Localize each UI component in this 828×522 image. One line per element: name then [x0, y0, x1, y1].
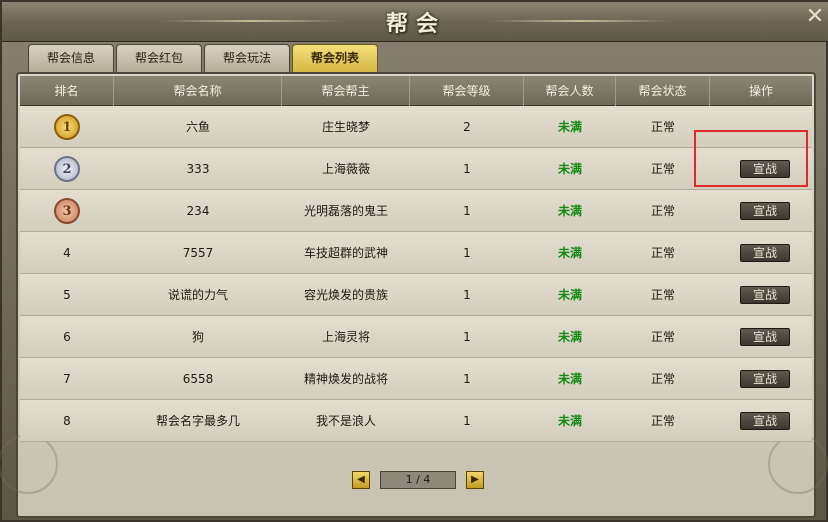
status-cell: 正常	[650, 414, 675, 428]
leader-cell: 容光焕发的贵族	[303, 288, 388, 302]
members-cell: 未满	[557, 120, 582, 134]
members-cell: 未满	[557, 372, 582, 386]
rank-cell: 6	[63, 330, 71, 344]
level-cell: 2	[463, 120, 471, 134]
members-cell: 未满	[557, 414, 582, 428]
leader-cell: 上海薇薇	[321, 162, 370, 176]
level-cell: 1	[463, 204, 471, 218]
rank-cell: 5	[63, 288, 71, 302]
guild-name-cell: 六鱼	[185, 120, 210, 134]
members-cell: 未满	[557, 288, 582, 302]
status-cell: 正常	[650, 372, 675, 386]
level-cell: 1	[463, 162, 471, 176]
declare-war-button[interactable]: 宣战	[740, 370, 790, 388]
leader-cell: 上海灵将	[321, 330, 370, 344]
tab-guild-red-packet[interactable]: 帮会红包	[116, 44, 202, 72]
column-header-rank: 排名	[20, 76, 114, 106]
declare-war-button[interactable]: 宣战	[740, 412, 790, 430]
level-cell: 1	[463, 288, 471, 302]
status-cell: 正常	[650, 288, 675, 302]
rank-medal-icon: 1	[54, 114, 80, 140]
table-row: 5 说谎的力气 容光焕发的贵族 1 未满 正常 宣战	[20, 274, 812, 316]
guild-name-cell: 说谎的力气	[167, 288, 228, 302]
level-cell: 1	[463, 372, 471, 386]
table-row: 6 狗 上海灵将 1 未满 正常 宣战	[20, 316, 812, 358]
table-row: 4 7557 车技超群的武神 1 未满 正常 宣战	[20, 232, 812, 274]
leader-cell: 精神焕发的战将	[303, 372, 388, 386]
guild-name-cell: 333	[186, 162, 210, 176]
guild-name-cell: 6558	[182, 372, 214, 386]
declare-war-button[interactable]: 宣战	[740, 286, 790, 304]
tab-guild-activities[interactable]: 帮会玩法	[204, 44, 290, 72]
members-cell: 未满	[557, 246, 582, 260]
corner-ornament-left	[0, 434, 58, 494]
guild-window: 帮会 ✕ 帮会信息 帮会红包 帮会玩法 帮会列表 排名 帮会名称 帮会帮主 帮会…	[0, 0, 828, 522]
level-cell: 1	[463, 246, 471, 260]
corner-ornament-right	[768, 434, 828, 494]
table-header: 排名 帮会名称 帮会帮主 帮会等级 帮会人数 帮会状态 操作	[20, 76, 812, 106]
rank-cell: 4	[63, 246, 71, 260]
highlight-box	[694, 130, 808, 187]
declare-war-button[interactable]: 宣战	[740, 328, 790, 346]
members-cell: 未满	[557, 162, 582, 176]
guild-name-cell: 7557	[182, 246, 214, 260]
declare-war-button[interactable]: 宣战	[740, 202, 790, 220]
leader-cell: 车技超群的武神	[303, 246, 388, 260]
guild-name-cell: 帮会名字最多几	[155, 414, 240, 428]
rank-cell: 8	[63, 414, 71, 428]
prev-page-button[interactable]: ◀	[352, 471, 370, 489]
column-header-status: 帮会状态	[616, 76, 710, 106]
column-header-level: 帮会等级	[410, 76, 524, 106]
rank-medal-icon: 2	[54, 156, 80, 182]
members-cell: 未满	[557, 204, 582, 218]
members-cell: 未满	[557, 330, 582, 344]
table-row: 7 6558 精神焕发的战将 1 未满 正常 宣战	[20, 358, 812, 400]
status-cell: 正常	[650, 204, 675, 218]
guild-name-cell: 234	[186, 204, 210, 218]
declare-war-button[interactable]: 宣战	[740, 244, 790, 262]
rank-medal-icon: 3	[54, 198, 80, 224]
leader-cell: 光明磊落的鬼王	[303, 204, 388, 218]
column-header-leader: 帮会帮主	[282, 76, 410, 106]
status-cell: 正常	[650, 246, 675, 260]
close-icon[interactable]: ✕	[804, 6, 826, 28]
tab-guild-list[interactable]: 帮会列表	[292, 44, 378, 72]
rank-cell: 7	[63, 372, 71, 386]
tab-guild-info[interactable]: 帮会信息	[28, 44, 114, 72]
leader-cell: 我不是浪人	[315, 414, 376, 428]
next-page-button[interactable]: ▶	[466, 471, 484, 489]
column-header-members: 帮会人数	[524, 76, 616, 106]
leader-cell: 庄生晓梦	[321, 120, 370, 134]
level-cell: 1	[463, 330, 471, 344]
column-header-guild-name: 帮会名称	[114, 76, 282, 106]
column-header-action: 操作	[748, 84, 773, 98]
page-indicator: 1 / 4	[380, 471, 456, 489]
status-cell: 正常	[650, 330, 675, 344]
title-bar: 帮会 ✕	[2, 2, 828, 42]
window-title: 帮会	[385, 11, 446, 37]
table-row: 8 帮会名字最多几 我不是浪人 1 未满 正常 宣战	[20, 400, 812, 442]
guild-name-cell: 狗	[191, 330, 204, 344]
table-row: 3 234 光明磊落的鬼王 1 未满 正常 宣战	[20, 190, 812, 232]
level-cell: 1	[463, 414, 471, 428]
